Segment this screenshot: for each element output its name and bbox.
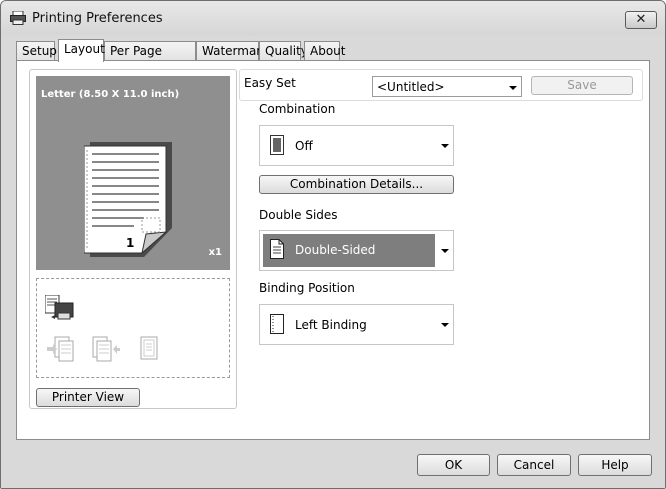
chevron-down-icon xyxy=(441,144,449,148)
cancel-button[interactable]: Cancel xyxy=(497,454,571,476)
output-icons-box xyxy=(36,278,230,378)
chevron-down-icon xyxy=(441,323,449,327)
binding-position-value: Left Binding xyxy=(295,318,367,332)
chevron-down-icon xyxy=(509,86,517,90)
combination-value: Off xyxy=(295,139,313,153)
punch-disabled-icon xyxy=(92,336,120,362)
combination-page-icon xyxy=(270,135,284,155)
ok-button[interactable]: OK xyxy=(417,454,490,476)
paper-size-label: Letter (8.50 X 11.0 inch) xyxy=(41,89,180,100)
printer-icon xyxy=(10,11,26,25)
copies-indicator: x1 xyxy=(208,247,222,258)
easy-set-group: Easy Set <Untitled> Save xyxy=(239,69,643,101)
tab-per-page-setting[interactable]: Per Page Setting xyxy=(104,41,196,76)
binding-position-dropdown[interactable]: Left Binding xyxy=(259,304,454,345)
fold-disabled-icon xyxy=(140,336,158,360)
double-sided-icon xyxy=(270,239,284,259)
double-sides-dropdown[interactable]: Double-Sided xyxy=(259,230,454,271)
page-preview: Letter (8.50 X 11.0 inch) 1 x1 xyxy=(36,76,230,270)
tab-layout[interactable]: Layout xyxy=(58,39,105,62)
layout-panel: Letter (8.50 X 11.0 inch) 1 x1 Printer V… xyxy=(16,60,650,440)
page-number: 1 xyxy=(126,236,135,250)
dialog-footer: OK Cancel Help xyxy=(1,441,665,488)
tab-setup[interactable]: Setup xyxy=(16,41,57,61)
tab-quality[interactable]: Quality xyxy=(259,41,308,61)
easy-set-value: <Untitled> xyxy=(377,80,445,94)
chevron-down-icon xyxy=(441,249,449,253)
printing-preferences-window: Printing Preferences ✕ Setup Layout Per … xyxy=(0,0,666,489)
staple-disabled-icon xyxy=(47,336,74,362)
easy-set-dropdown[interactable]: <Untitled> xyxy=(372,76,522,97)
combination-label: Combination xyxy=(259,102,336,116)
window-title: Printing Preferences xyxy=(32,11,163,26)
tab-watermark[interactable]: Watermark xyxy=(196,41,268,61)
tab-about[interactable]: About xyxy=(304,41,345,61)
easy-set-label: Easy Set xyxy=(244,76,296,90)
close-button[interactable]: ✕ xyxy=(625,11,657,29)
binding-position-label: Binding Position xyxy=(259,281,355,295)
help-button[interactable]: Help xyxy=(578,454,652,476)
printer-view-button[interactable]: Printer View xyxy=(36,388,140,407)
double-sides-label: Double Sides xyxy=(259,208,338,222)
save-button[interactable]: Save xyxy=(531,76,633,95)
title-bar: Printing Preferences ✕ xyxy=(1,1,665,35)
combination-dropdown[interactable]: Off xyxy=(259,125,454,166)
preview-group: Letter (8.50 X 11.0 inch) 1 x1 Printer V… xyxy=(29,69,237,409)
left-binding-icon xyxy=(270,314,284,334)
double-sides-value: Double-Sided xyxy=(295,243,376,257)
combination-details-button[interactable]: Combination Details... xyxy=(259,175,454,194)
printer-output-icon xyxy=(45,295,74,320)
close-icon: ✕ xyxy=(635,12,647,27)
